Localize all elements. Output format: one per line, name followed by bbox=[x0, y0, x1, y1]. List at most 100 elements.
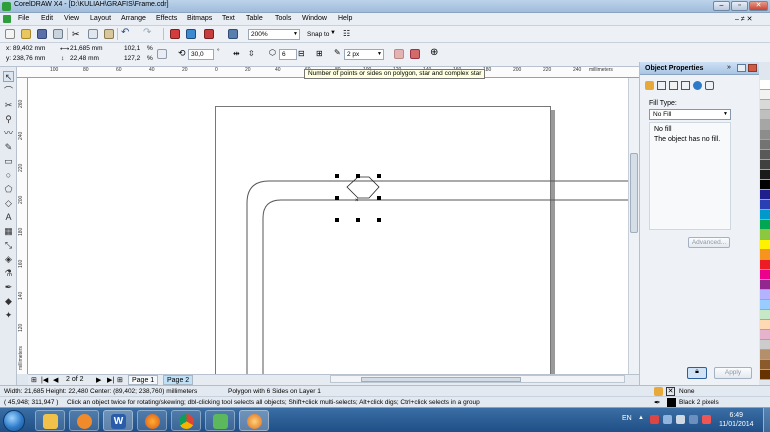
vertical-ruler[interactable]: 260 240 220 200 180 160 140 120 millimet… bbox=[17, 78, 28, 374]
palette-swatch[interactable] bbox=[760, 360, 770, 370]
color-palette[interactable] bbox=[760, 80, 770, 385]
save-icon[interactable] bbox=[37, 29, 47, 39]
smart-fill-tool-icon[interactable]: ✎ bbox=[3, 142, 14, 153]
palette-swatch[interactable] bbox=[760, 220, 770, 230]
interactive-blend-tool-icon[interactable]: ◈ bbox=[3, 254, 14, 265]
menu-table[interactable]: Table bbox=[246, 15, 263, 22]
language-indicator[interactable]: EN bbox=[622, 415, 632, 422]
last-page-icon[interactable]: ▶| bbox=[107, 376, 114, 384]
text-tool-icon[interactable]: A bbox=[3, 212, 14, 223]
width-field[interactable]: 21,685 mm bbox=[70, 45, 103, 52]
menu-view[interactable]: View bbox=[64, 15, 79, 22]
rectangle-tool-icon[interactable]: ▭ bbox=[3, 156, 14, 167]
outline-tool-icon[interactable]: ✒ bbox=[3, 282, 14, 293]
print-icon[interactable] bbox=[53, 29, 63, 39]
mirror-vertical-icon[interactable]: ⇳ bbox=[248, 49, 258, 59]
palette-swatch[interactable] bbox=[760, 190, 770, 200]
palette-swatch[interactable] bbox=[760, 100, 770, 110]
welcome-screen-icon[interactable] bbox=[228, 29, 238, 39]
tray-security-icon[interactable] bbox=[702, 415, 711, 424]
palette-swatch[interactable] bbox=[760, 350, 770, 360]
drawing-objects[interactable]: × bbox=[28, 78, 628, 374]
palette-swatch[interactable] bbox=[760, 140, 770, 150]
palette-swatch[interactable] bbox=[760, 180, 770, 190]
x-position-field[interactable]: x: 89,402 mm bbox=[6, 45, 45, 52]
palette-swatch[interactable] bbox=[760, 250, 770, 260]
palette-swatch[interactable] bbox=[760, 240, 770, 250]
y-position-field[interactable]: y: 238,76 mm bbox=[6, 55, 45, 62]
document-window-controls[interactable]: – ≠ ✕ bbox=[735, 15, 753, 23]
docker-close-icon[interactable] bbox=[748, 64, 757, 72]
taskbar-word[interactable]: W bbox=[103, 410, 133, 431]
mirror-horizontal-icon[interactable]: ⇹ bbox=[233, 49, 243, 59]
redo-icon[interactable]: ↷ bbox=[143, 28, 153, 38]
convert-to-curves-icon[interactable]: ⊕ bbox=[430, 47, 438, 58]
crop-tool-icon[interactable]: ✂ bbox=[3, 100, 14, 111]
fill-tab-icon[interactable] bbox=[645, 81, 654, 90]
palette-swatch[interactable] bbox=[760, 120, 770, 130]
apply-button[interactable]: Apply bbox=[714, 367, 752, 379]
palette-swatch[interactable] bbox=[760, 80, 770, 90]
scale-width-field[interactable]: 102,1 bbox=[124, 45, 140, 52]
wrap-text-icon[interactable]: ⊟ bbox=[298, 49, 308, 59]
palette-swatch[interactable] bbox=[760, 340, 770, 350]
first-page-icon[interactable]: |◀ bbox=[41, 376, 48, 384]
menu-bitmaps[interactable]: Bitmaps bbox=[187, 15, 212, 22]
taskbar-explorer[interactable] bbox=[35, 410, 65, 431]
shape-tool-icon[interactable]: ⌒ bbox=[3, 86, 14, 97]
lock-ratio-icon[interactable] bbox=[157, 49, 167, 59]
previous-page-icon[interactable]: ◀ bbox=[53, 376, 58, 384]
import-icon[interactable] bbox=[170, 29, 180, 39]
cut-icon[interactable]: ✂ bbox=[72, 29, 82, 39]
advanced-button[interactable]: Advanced... bbox=[688, 237, 730, 248]
taskbar-media-player[interactable] bbox=[69, 410, 99, 431]
menu-tools[interactable]: Tools bbox=[275, 15, 291, 22]
internet-tab-icon[interactable] bbox=[693, 81, 702, 90]
palette-swatch[interactable] bbox=[760, 330, 770, 340]
copy-icon[interactable] bbox=[88, 29, 98, 39]
tray-volume-icon[interactable] bbox=[676, 415, 685, 424]
menu-arrange[interactable]: Arrange bbox=[121, 15, 146, 22]
basic-shapes-tool-icon[interactable]: ◇ bbox=[3, 198, 14, 209]
palette-swatch[interactable] bbox=[760, 310, 770, 320]
outline-pen-status-icon[interactable]: ✒ bbox=[654, 398, 663, 407]
lock-icon[interactable]: 🔒︎ bbox=[687, 367, 707, 379]
tray-app-icon[interactable] bbox=[650, 415, 659, 424]
interactive-fill-tool-icon[interactable]: ✦ bbox=[3, 310, 14, 321]
fill-type-dropdown[interactable]: No Fill ▼ bbox=[649, 109, 731, 120]
scale-height-field[interactable]: 127,2 bbox=[124, 55, 140, 62]
show-desktop-button[interactable] bbox=[763, 408, 770, 432]
polygon-tool-icon[interactable]: ⬠ bbox=[3, 184, 14, 195]
menu-edit[interactable]: Edit bbox=[41, 15, 53, 22]
paste-icon[interactable] bbox=[104, 29, 114, 39]
palette-swatch[interactable] bbox=[760, 260, 770, 270]
open-folder-icon[interactable] bbox=[21, 29, 31, 39]
page-options-icon[interactable]: ⊞ bbox=[31, 376, 37, 384]
document-icon[interactable] bbox=[3, 15, 11, 23]
palette-swatch[interactable] bbox=[760, 110, 770, 120]
snap-dropdown-arrow-icon[interactable]: ▼ bbox=[330, 30, 336, 36]
system-clock[interactable]: 6:49 11/01/2014 bbox=[719, 411, 754, 429]
height-field[interactable]: 22,48 mm bbox=[70, 55, 99, 62]
next-page-icon[interactable]: ▶ bbox=[96, 376, 101, 384]
export-icon[interactable] bbox=[186, 29, 196, 39]
restore-button[interactable]: ▫ bbox=[731, 1, 748, 11]
palette-swatch[interactable] bbox=[760, 160, 770, 170]
palette-swatch[interactable] bbox=[760, 90, 770, 100]
menu-text[interactable]: Text bbox=[222, 15, 235, 22]
taskbar-chrome[interactable] bbox=[171, 410, 201, 431]
menu-layout[interactable]: Layout bbox=[90, 15, 111, 22]
fill-status-icon[interactable] bbox=[654, 387, 663, 396]
to-front-icon[interactable] bbox=[394, 49, 404, 59]
to-back-icon[interactable] bbox=[410, 49, 420, 59]
dimension-tool-icon[interactable]: ⤡ bbox=[3, 240, 14, 251]
vertical-scrollbar[interactable] bbox=[628, 78, 639, 374]
close-button[interactable]: ✕ bbox=[749, 1, 768, 11]
palette-swatch[interactable] bbox=[760, 270, 770, 280]
menu-effects[interactable]: Effects bbox=[156, 15, 177, 22]
summary-tab-icon[interactable] bbox=[705, 81, 714, 90]
taskbar-coreldraw[interactable] bbox=[205, 410, 235, 431]
palette-swatch[interactable] bbox=[760, 290, 770, 300]
tray-expand-icon[interactable]: ▲ bbox=[638, 415, 644, 421]
ellipse-tool-icon[interactable]: ○ bbox=[3, 170, 14, 181]
